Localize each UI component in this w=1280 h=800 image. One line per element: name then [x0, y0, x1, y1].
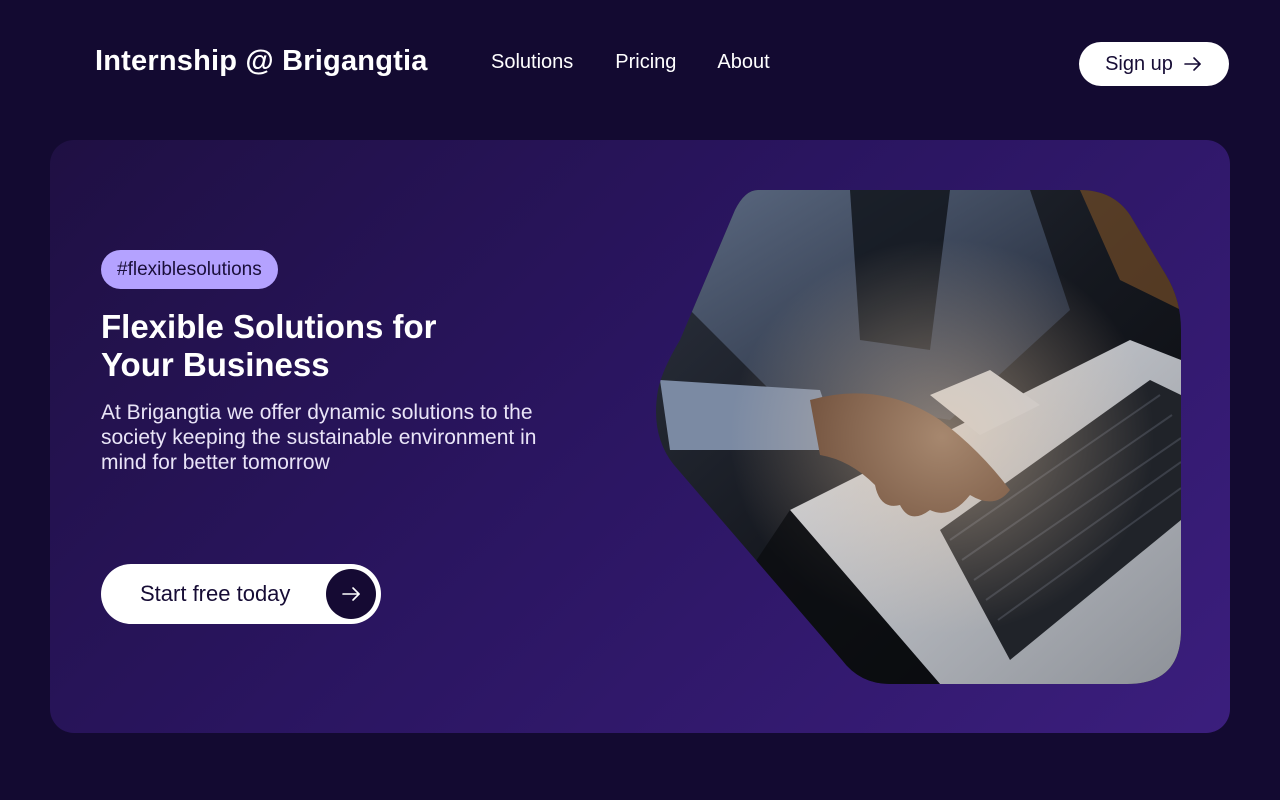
signup-button-label: Sign up: [1105, 52, 1173, 75]
site-header: Internship @ Brigangtia Solutions Pricin…: [0, 0, 1280, 128]
arrow-right-icon: [1184, 57, 1201, 71]
cta-arrow-circle: [326, 569, 376, 619]
landing-page: Internship @ Brigangtia Solutions Pricin…: [0, 0, 1280, 800]
hero-card: #flexiblesolutions Flexible Solutions fo…: [50, 140, 1230, 733]
nav-item-pricing[interactable]: Pricing: [615, 51, 676, 74]
hero-headline-line-2: Your Business: [101, 346, 330, 383]
start-free-button[interactable]: Start free today: [101, 564, 381, 624]
laptop-typing-photo: [656, 190, 1181, 684]
nav-item-about[interactable]: About: [717, 51, 769, 74]
nav-item-solutions[interactable]: Solutions: [491, 51, 573, 74]
signup-button[interactable]: Sign up: [1079, 42, 1229, 86]
hero-headline-line-1: Flexible Solutions for: [101, 308, 437, 345]
main-nav: Solutions Pricing About: [491, 51, 770, 74]
hero-headline: Flexible Solutions for Your Business: [101, 308, 541, 384]
brand-logo[interactable]: Internship @ Brigangtia: [95, 45, 428, 78]
hashtag-badge: #flexiblesolutions: [101, 250, 278, 289]
hero-description: At Brigangtia we offer dynamic solutions…: [101, 401, 537, 474]
start-free-button-label: Start free today: [140, 581, 291, 606]
arrow-right-icon: [342, 587, 360, 601]
